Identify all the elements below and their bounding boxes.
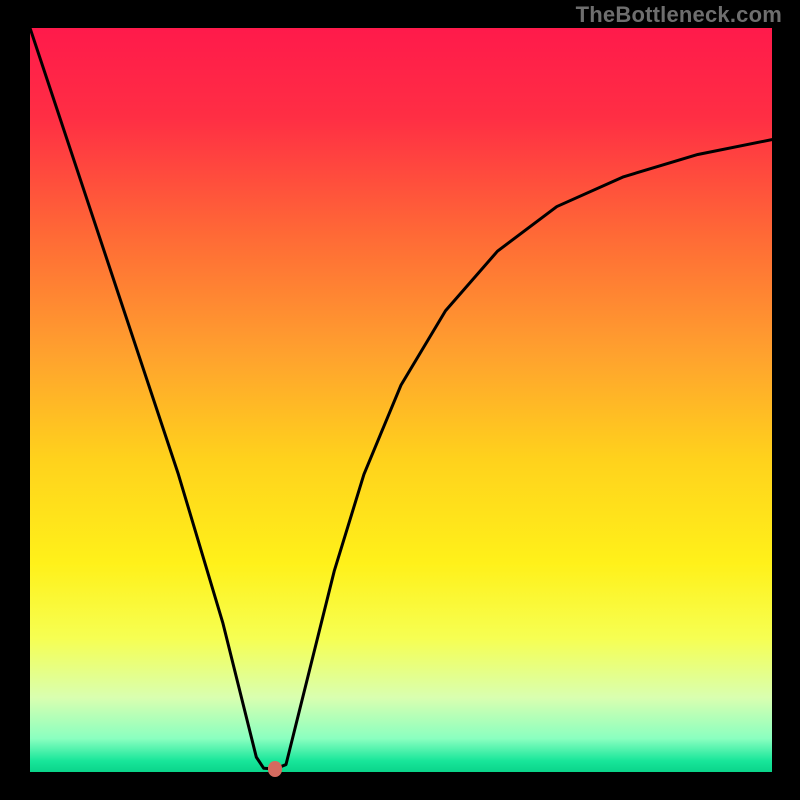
gradient-background (30, 28, 772, 772)
plot-svg (30, 28, 772, 772)
optimal-point-marker (268, 761, 282, 777)
plot-area (30, 28, 772, 772)
chart-frame: TheBottleneck.com (0, 0, 800, 800)
watermark-text: TheBottleneck.com (576, 2, 782, 28)
